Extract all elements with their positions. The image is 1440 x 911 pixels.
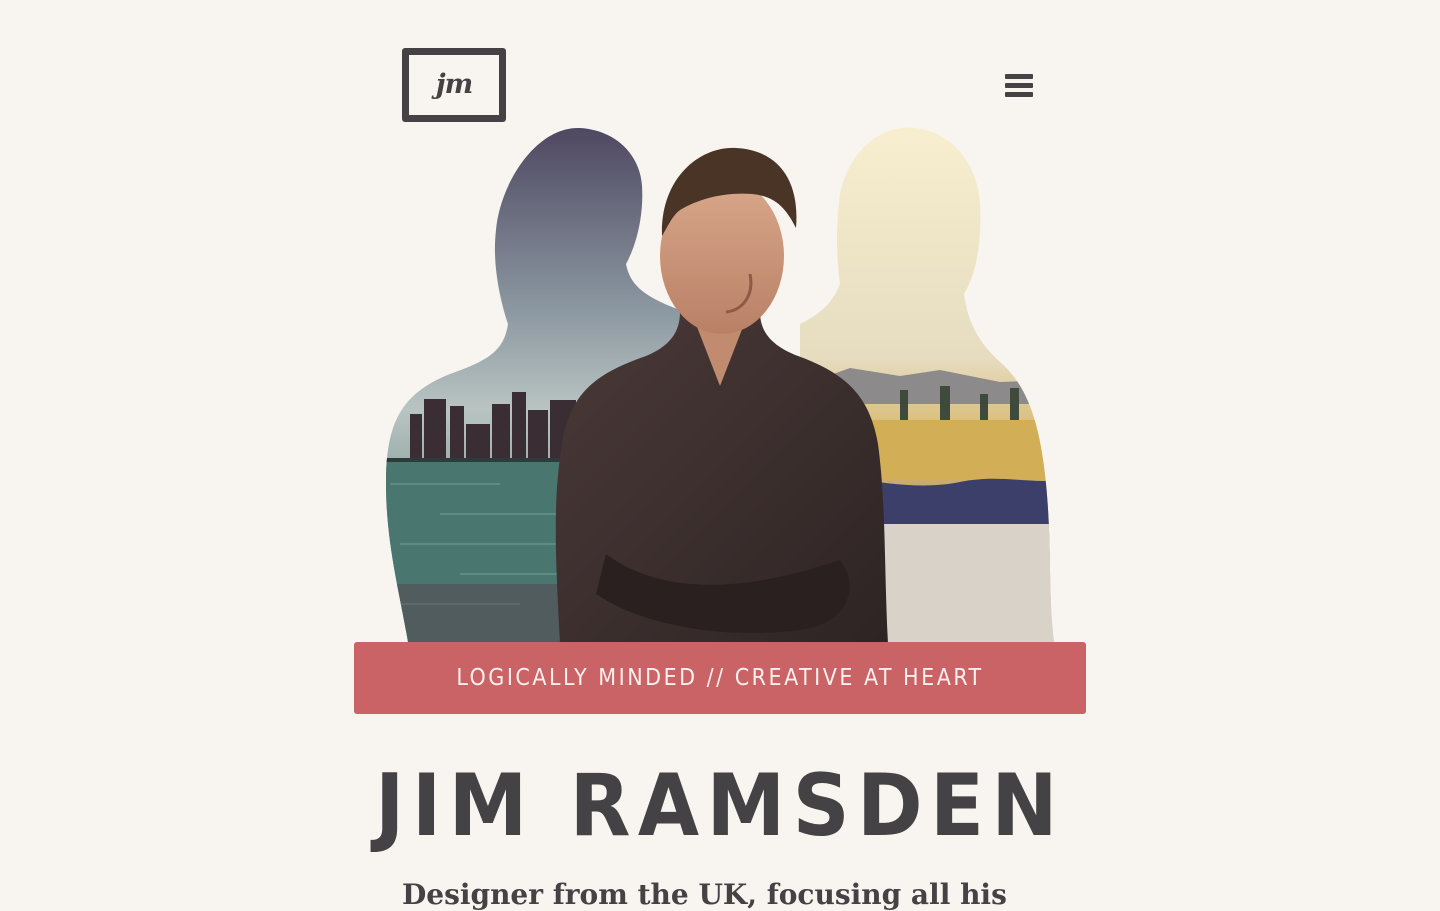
logo-link[interactable]: jm <box>402 48 506 122</box>
page-title: JIM RAMSDEN <box>375 756 1065 856</box>
hamburger-menu-icon[interactable] <box>1005 74 1033 100</box>
logo-text: jm <box>435 68 473 100</box>
hero-image <box>380 124 1060 644</box>
intro-text: Designer from the UK, focusing all his <box>402 878 1007 911</box>
tagline-banner: LOGICALLY MINDED // CREATIVE AT HEART <box>354 642 1086 714</box>
